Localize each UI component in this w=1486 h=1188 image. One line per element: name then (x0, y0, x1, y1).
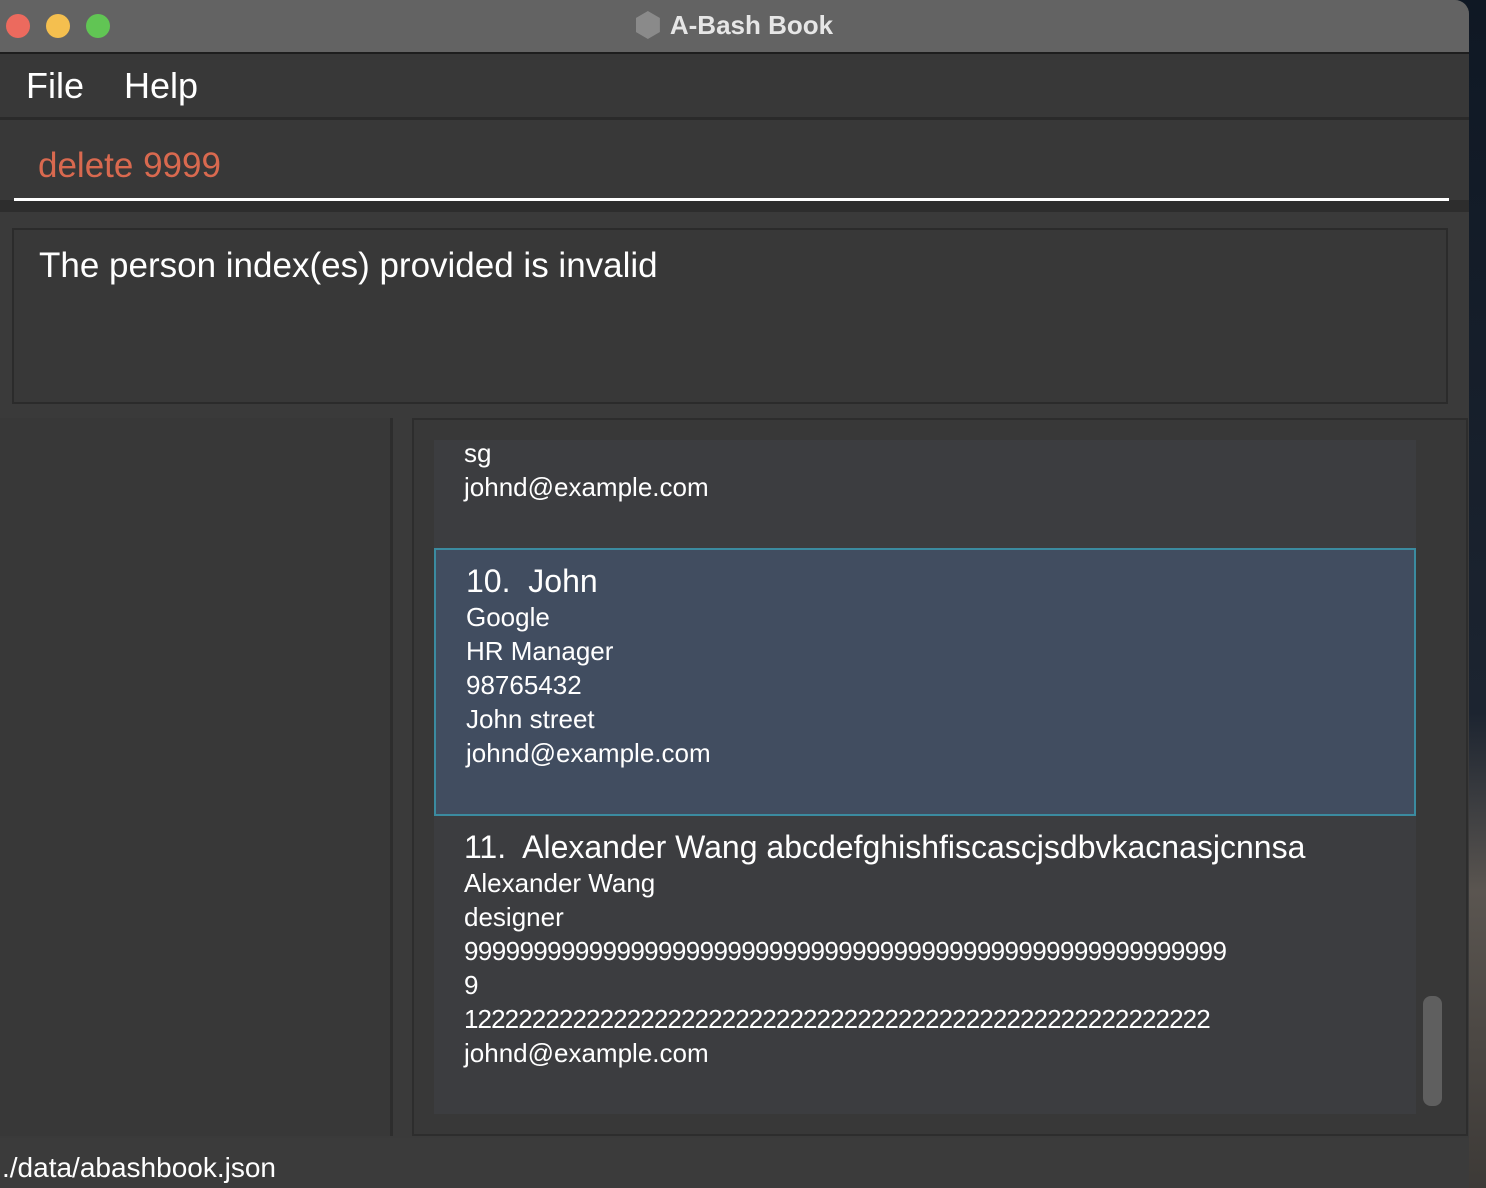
result-message: The person index(es) provided is invalid (39, 246, 658, 285)
status-bar: ./data/abashbook.json (0, 1138, 1469, 1188)
left-panel (0, 418, 393, 1136)
person-phone: 9999999999999999999999999999999999999999… (464, 936, 1227, 966)
person-address: sg (464, 440, 492, 468)
person-address: 1222222222222222222222222222222222222222… (464, 1004, 1211, 1034)
app-icon (635, 11, 660, 39)
person-company: Google (466, 602, 550, 632)
person-card[interactable]: 11. Alexander Wang abcdefghishfiscascjsd… (434, 828, 1416, 1114)
menu-file[interactable]: File (26, 65, 84, 107)
person-company: Alexander Wang (464, 868, 656, 898)
person-card-selected[interactable]: 10. John Google HR Manager 98765432 John… (434, 548, 1416, 816)
person-role: HR Manager (466, 636, 614, 666)
result-display: The person index(es) provided is invalid (12, 228, 1448, 404)
save-file-path: ./data/abashbook.json (2, 1152, 276, 1183)
window-title: A-Bash Book (0, 10, 1469, 41)
person-card[interactable]: sg johnd@example.com (434, 440, 1416, 544)
person-phone: 98765432 (466, 670, 582, 700)
person-list[interactable]: sg johnd@example.com 10. John Google HR … (434, 440, 1416, 1114)
person-name: 11. Alexander Wang abcdefghishfiscascjsd… (464, 829, 1306, 865)
app-window: A-Bash Book File Help The person index(e… (0, 0, 1469, 1188)
person-address: John street (466, 704, 595, 734)
command-box (0, 120, 1469, 212)
menu-help[interactable]: Help (124, 65, 198, 107)
window-title-text: A-Bash Book (669, 10, 834, 40)
person-email: johnd@example.com (466, 738, 711, 768)
person-role: designer (464, 902, 564, 932)
menu-bar: File Help (0, 54, 1469, 120)
person-phone-wrap: 9 (464, 970, 479, 1000)
command-underline (14, 198, 1449, 201)
person-email: johnd@example.com (464, 1038, 709, 1068)
person-name: 10. John (466, 563, 598, 599)
command-input[interactable] (38, 146, 1418, 186)
person-email: johnd@example.com (464, 472, 709, 502)
list-scrollbar[interactable] (1423, 996, 1442, 1106)
title-bar: A-Bash Book (0, 0, 1469, 54)
